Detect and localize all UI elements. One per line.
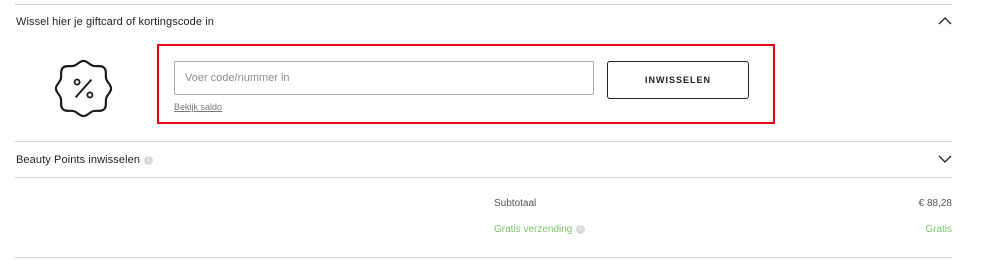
- redeem-button[interactable]: INWISSELEN: [607, 61, 749, 99]
- info-icon[interactable]: i: [144, 156, 154, 165]
- giftcard-section-title[interactable]: Wissel hier je giftcard of kortingscode …: [16, 16, 214, 28]
- free-shipping-text: Gratis verzending: [494, 224, 573, 235]
- beauty-points-title: Beauty Points inwisselen: [16, 154, 141, 166]
- check-balance-link[interactable]: Bekijk saldo: [174, 102, 222, 112]
- shipping-value: Gratis: [925, 224, 952, 235]
- chevron-down-icon[interactable]: [938, 155, 952, 163]
- top-divider: [15, 4, 952, 5]
- section-divider: [15, 141, 952, 142]
- info-icon[interactable]: i: [576, 225, 586, 234]
- bottom-divider: [15, 257, 952, 258]
- subtotal-value: € 88,28: [918, 198, 952, 209]
- subtotal-label: Subtotaal: [494, 198, 537, 209]
- section-divider: [15, 177, 952, 178]
- percent-badge-icon: [54, 59, 113, 118]
- code-input[interactable]: [174, 61, 594, 95]
- chevron-up-icon[interactable]: [938, 17, 952, 25]
- beauty-points-section[interactable]: Beauty Points inwisselen i: [16, 154, 154, 166]
- free-shipping-label: Gratis verzending i: [494, 224, 586, 235]
